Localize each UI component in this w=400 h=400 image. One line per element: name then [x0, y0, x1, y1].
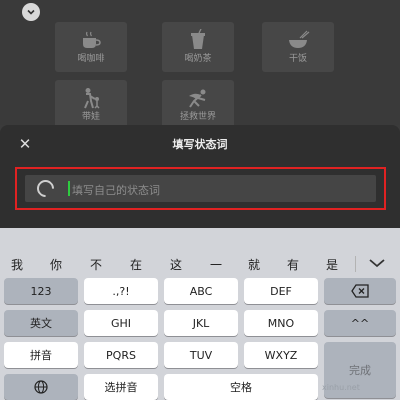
candidate-word[interactable]: 不 [90, 256, 102, 273]
tile-save-world[interactable]: 拯救世界 [162, 80, 234, 130]
candidate-word[interactable]: 一 [210, 256, 222, 273]
key-ghi[interactable]: GHI [84, 310, 158, 336]
candidate-word[interactable]: 在 [130, 256, 142, 273]
tile-label: 喝奶茶 [184, 54, 212, 64]
tile-label: 拯救世界 [179, 112, 216, 122]
key-123[interactable]: 123 [4, 278, 78, 304]
key-emoticon[interactable]: ^^ [324, 310, 396, 336]
delete-icon [351, 284, 369, 298]
tile-rice[interactable]: 干饭 [262, 22, 334, 72]
tile-label: 带娃 [81, 112, 100, 122]
key-jkl[interactable]: JKL [164, 310, 238, 336]
rice-bowl-icon [289, 30, 310, 48]
superhero-icon [189, 89, 206, 108]
background-app: 喝咖啡 喝奶茶 干饭 带娃 拯救世界 [0, 0, 400, 130]
tile-label: 干饭 [288, 54, 307, 64]
key-delete[interactable] [324, 278, 396, 304]
tile-coffee[interactable]: 喝咖啡 [55, 22, 127, 72]
parent-child-icon [84, 88, 100, 109]
status-input-placeholder: 填写自己的状态词 [72, 184, 160, 197]
key-mno[interactable]: MNO [244, 310, 318, 336]
key-tuv[interactable]: TUV [164, 342, 238, 368]
milk-tea-icon [191, 29, 205, 49]
globe-icon [34, 380, 48, 394]
chevron-down-icon[interactable] [366, 255, 388, 271]
loading-spinner-icon [33, 176, 58, 201]
candidate-word[interactable]: 就 [248, 256, 260, 273]
key-punctuation[interactable]: .,?! [84, 278, 158, 304]
key-english[interactable]: 英文 [4, 310, 78, 336]
status-input[interactable]: 填写自己的状态词 [25, 175, 376, 202]
tile-label: 喝咖啡 [77, 54, 105, 64]
candidate-word[interactable]: 你 [50, 256, 62, 273]
tile-milk-tea[interactable]: 喝奶茶 [162, 22, 234, 72]
coffee-icon [83, 31, 101, 48]
key-def[interactable]: DEF [244, 278, 318, 304]
candidate-word[interactable]: 有 [287, 256, 299, 273]
key-pqrs[interactable]: PQRS [84, 342, 158, 368]
collapse-button[interactable] [22, 3, 40, 21]
candidate-word[interactable]: 是 [326, 256, 338, 273]
key-wxyz[interactable]: WXYZ [244, 342, 318, 368]
highlight-frame: 填写自己的状态词 [15, 167, 386, 210]
candidate-word[interactable]: 这 [170, 256, 182, 273]
key-pinyin[interactable]: 拼音 [4, 342, 78, 368]
key-space[interactable]: 空格 [164, 374, 318, 400]
sheet-title: 填写状态词 [172, 138, 228, 151]
key-globe[interactable] [4, 374, 78, 400]
chevron-down-icon [27, 9, 35, 15]
candidate-bar: 我 你 不 在 这 一 就 有 是 [0, 250, 400, 276]
key-select-pinyin[interactable]: 选拼音 [84, 374, 158, 400]
watermark: xinhu.net [322, 383, 360, 392]
candidate-word[interactable]: 我 [11, 256, 23, 273]
candidate-divider [355, 256, 356, 272]
key-abc[interactable]: ABC [164, 278, 238, 304]
text-cursor [68, 181, 70, 196]
status-word-sheet: ✕ 填写状态词 填写自己的状态词 [0, 125, 400, 228]
tile-parenting[interactable]: 带娃 [55, 80, 127, 130]
